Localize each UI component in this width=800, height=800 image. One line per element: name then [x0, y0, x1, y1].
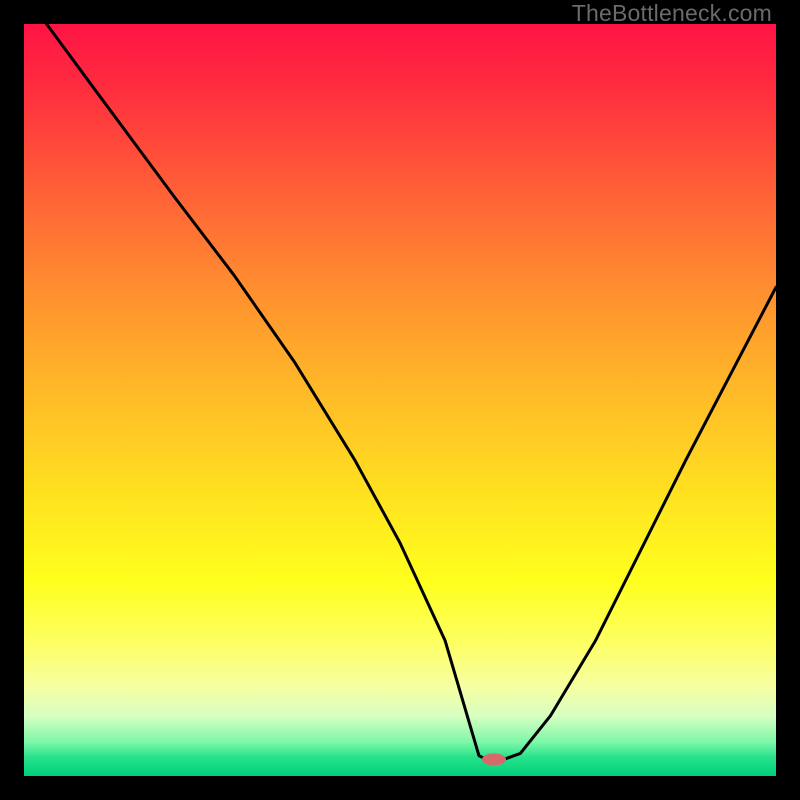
marker-pill [482, 753, 506, 765]
chart-frame: TheBottleneck.com [0, 0, 800, 800]
plot-area [24, 24, 776, 776]
data-curve [47, 24, 776, 760]
chart-svg [24, 24, 776, 776]
watermark-text: TheBottleneck.com [572, 0, 772, 27]
